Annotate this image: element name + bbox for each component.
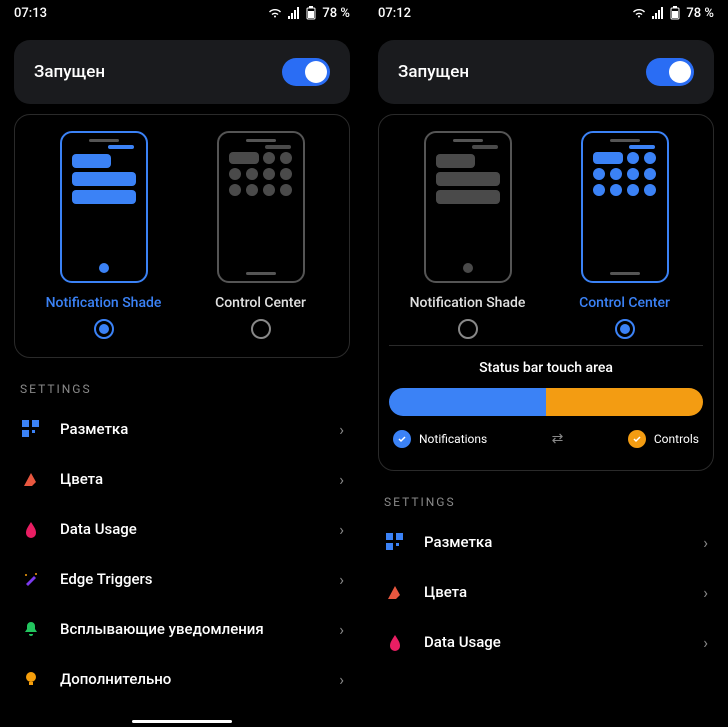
mode-radio[interactable] — [251, 319, 271, 339]
touch-area-section: Status bar touch area Notifications ⇄ Co… — [389, 345, 703, 452]
legend-label: Controls — [654, 432, 699, 446]
drop-icon — [20, 518, 42, 540]
touch-area-right — [546, 388, 703, 416]
legend-notifications[interactable]: Notifications — [393, 430, 487, 448]
status-battery-pct: 78 % — [322, 6, 350, 21]
setting-label: Цвета — [424, 583, 685, 601]
chevron-right-icon: › — [339, 620, 344, 639]
mode-preview-control — [217, 131, 305, 283]
settings-header: SETTINGS — [20, 382, 344, 396]
mode-label: Control Center — [579, 295, 670, 311]
chevron-right-icon: › — [703, 583, 708, 602]
setting-item-extra[interactable]: Дополнительно › — [0, 654, 364, 704]
status-battery-pct: 78 % — [686, 6, 714, 21]
mode-preview-notification — [60, 131, 148, 283]
legend-label: Notifications — [419, 432, 487, 446]
mode-radio[interactable] — [94, 319, 114, 339]
mode-preview-control — [581, 131, 669, 283]
setting-label: Разметка — [424, 533, 685, 551]
setting-item-layout[interactable]: Разметка › — [0, 404, 364, 454]
screen-left: 07:13 78 % Запущен Notification Shad — [0, 0, 364, 727]
setting-item-data-usage[interactable]: Data Usage › — [0, 504, 364, 554]
setting-label: Дополнительно — [60, 670, 321, 688]
legend-controls[interactable]: Controls — [628, 430, 699, 448]
wifi-icon — [632, 7, 646, 19]
mode-control-center[interactable]: Control Center — [182, 131, 339, 339]
chevron-right-icon: › — [339, 420, 344, 439]
running-card: Запущен — [14, 40, 350, 104]
wand-icon — [20, 568, 42, 590]
setting-item-colors[interactable]: Цвета › — [364, 567, 728, 617]
setting-label: Разметка — [60, 420, 321, 438]
running-toggle[interactable] — [282, 58, 330, 86]
mode-selector-card: Notification Shade Control Center — [14, 114, 350, 358]
setting-item-colors[interactable]: Цвета › — [0, 454, 364, 504]
setting-label: Всплывающие уведомления — [60, 620, 321, 638]
bulb-icon — [20, 668, 42, 690]
mode-label: Notification Shade — [410, 295, 526, 311]
mode-notification-shade[interactable]: Notification Shade — [389, 131, 546, 339]
drop-icon — [384, 631, 406, 653]
check-icon — [393, 430, 411, 448]
status-bar: 07:12 78 % — [364, 0, 728, 26]
palette-icon — [20, 468, 42, 490]
grid-icon — [20, 418, 42, 440]
status-time: 07:13 — [14, 6, 47, 21]
mode-selector-card: Notification Shade Control Center — [378, 114, 714, 471]
setting-label: Цвета — [60, 470, 321, 488]
setting-item-layout[interactable]: Разметка › — [364, 517, 728, 567]
mode-label: Notification Shade — [46, 295, 162, 311]
chevron-right-icon: › — [703, 633, 708, 652]
signal-icon — [652, 7, 664, 19]
bell-icon — [20, 618, 42, 640]
mode-notification-shade[interactable]: Notification Shade — [25, 131, 182, 339]
setting-label: Data Usage — [424, 633, 685, 651]
mode-control-center[interactable]: Control Center — [546, 131, 703, 339]
touch-area-slider[interactable] — [389, 388, 703, 416]
running-title: Запущен — [398, 62, 469, 82]
running-card: Запущен — [378, 40, 714, 104]
chevron-right-icon: › — [703, 533, 708, 552]
swap-icon[interactable]: ⇄ — [552, 431, 564, 447]
running-title: Запущен — [34, 62, 105, 82]
mode-preview-notification — [424, 131, 512, 283]
setting-label: Edge Triggers — [60, 570, 321, 588]
chevron-right-icon: › — [339, 470, 344, 489]
settings-header: SETTINGS — [384, 495, 708, 509]
setting-label: Data Usage — [60, 520, 321, 538]
status-time: 07:12 — [378, 6, 411, 21]
screen-right: 07:12 78 % Запущен Notification Shad — [364, 0, 728, 727]
mode-radio[interactable] — [615, 319, 635, 339]
touch-area-title: Status bar touch area — [389, 360, 703, 376]
battery-icon — [306, 6, 316, 20]
chevron-right-icon: › — [339, 520, 344, 539]
running-toggle[interactable] — [646, 58, 694, 86]
battery-icon — [670, 6, 680, 20]
setting-item-edge-triggers[interactable]: Edge Triggers › — [0, 554, 364, 604]
chevron-right-icon: › — [339, 670, 344, 689]
touch-area-left — [389, 388, 546, 416]
chevron-right-icon: › — [339, 570, 344, 589]
signal-icon — [288, 7, 300, 19]
setting-item-data-usage[interactable]: Data Usage › — [364, 617, 728, 667]
setting-item-popup-notifications[interactable]: Всплывающие уведомления › — [0, 604, 364, 654]
status-bar: 07:13 78 % — [0, 0, 364, 26]
nav-bar[interactable] — [132, 720, 232, 723]
palette-icon — [384, 581, 406, 603]
mode-radio[interactable] — [458, 319, 478, 339]
grid-icon — [384, 531, 406, 553]
mode-label: Control Center — [215, 295, 306, 311]
wifi-icon — [268, 7, 282, 19]
check-icon — [628, 430, 646, 448]
